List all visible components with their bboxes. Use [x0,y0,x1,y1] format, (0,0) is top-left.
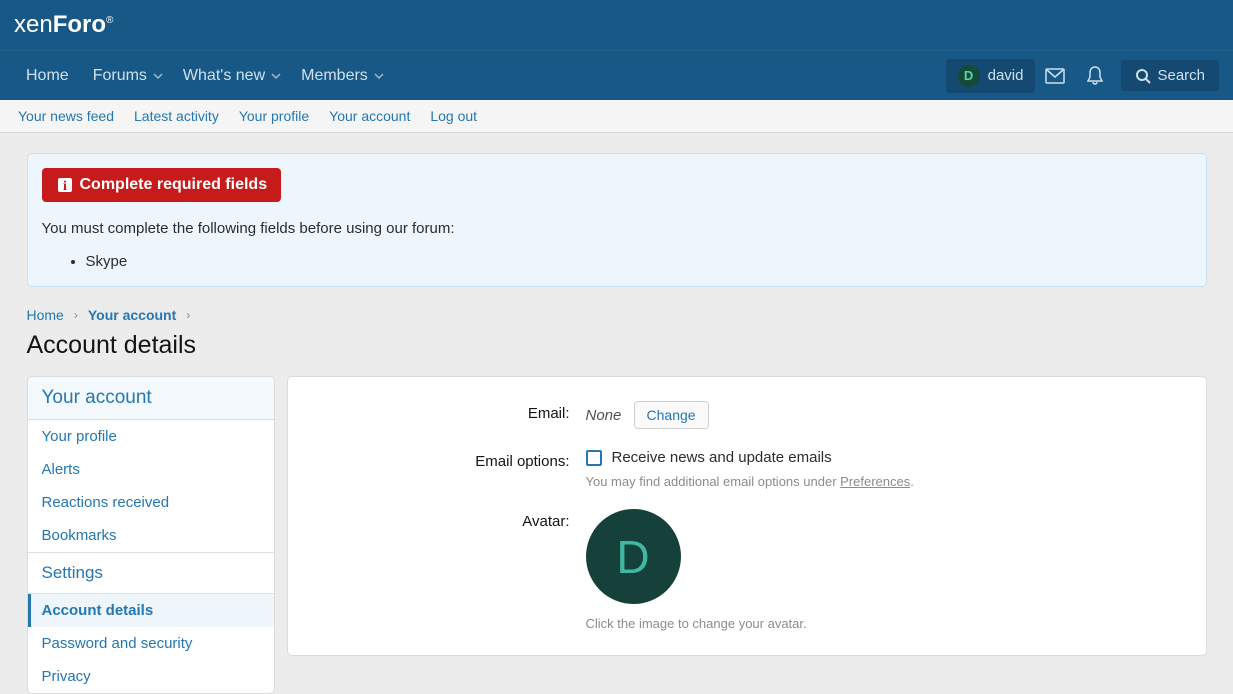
search-icon [1135,68,1151,84]
label-email: Email: [306,401,586,429]
header-logo-bar: xenForo® [0,0,1233,50]
subnav-your-profile[interactable]: Your profile [239,108,309,124]
value-avatar: D Click the image to change your avatar. [586,509,1188,631]
value-email: None Change [586,401,1188,429]
breadcrumb: Home › Your account › [27,307,1207,323]
label-avatar: Avatar: [306,509,586,631]
email-options-hint: You may find additional email options un… [586,474,1188,489]
envelope-icon [1045,68,1065,84]
alerts-button[interactable] [1075,58,1115,94]
subnav-latest-activity[interactable]: Latest activity [134,108,219,124]
subnav-log-out[interactable]: Log out [430,108,477,124]
sidebar-bookmarks[interactable]: Bookmarks [28,519,274,552]
logo-xen: xen [14,11,53,38]
avatar-image[interactable]: D [586,509,681,604]
chevron-down-icon [271,71,281,81]
nav-members-toggle[interactable] [374,51,392,101]
account-form: Email: None Change Email options: Receiv… [287,376,1207,656]
notice-field-list: Skype [42,251,1192,272]
nav-forums[interactable]: Forums [81,51,159,101]
nav-whats-new[interactable]: What's new [171,51,277,101]
chevron-right-icon: › [186,308,190,322]
notice-message: You must complete the following fields b… [42,220,1192,237]
avatar-small: D [958,65,980,87]
logo-foro: Foro [53,11,106,38]
notice-badge: i Complete required fields [42,168,282,202]
main-nav: Home Forums What's new Members D david S… [0,50,1233,100]
notice-field-item: Skype [86,251,1192,272]
logo[interactable]: xenForo® [14,11,113,39]
info-icon: i [56,176,74,194]
nav-home[interactable]: Home [14,51,81,101]
row-email-options: Email options: Receive news and update e… [306,439,1188,499]
sidebar-your-profile[interactable]: Your profile [28,420,274,453]
nav-left: Home Forums What's new Members [14,51,392,101]
sidebar-heading-settings[interactable]: Settings [28,552,274,594]
row-email: Email: None Change [306,391,1188,439]
nav-forums-toggle[interactable] [153,51,171,101]
username: david [988,67,1024,84]
receive-emails-checkbox[interactable] [586,450,602,466]
nav-members[interactable]: Members [289,51,380,101]
inbox-button[interactable] [1035,58,1075,94]
label-email-options: Email options: [306,449,586,489]
breadcrumb-current[interactable]: Your account [88,307,176,323]
change-email-button[interactable]: Change [634,401,709,429]
checkbox-label: Receive news and update emails [612,449,832,466]
breadcrumb-home[interactable]: Home [27,307,64,323]
sidebar-account-details[interactable]: Account details [28,594,274,627]
search-button[interactable]: Search [1121,60,1219,91]
logo-trademark: ® [106,15,113,26]
sidebar-alerts[interactable]: Alerts [28,453,274,486]
notice-badge-text: Complete required fields [80,176,268,194]
sidebar-privacy[interactable]: Privacy [28,660,274,693]
page-title: Account details [27,331,1207,360]
sidebar-password-security[interactable]: Password and security [28,627,274,660]
subnav-news-feed[interactable]: Your news feed [18,108,114,124]
sub-nav: Your news feed Latest activity Your prof… [0,100,1233,133]
row-avatar: Avatar: D Click the image to change your… [306,499,1188,641]
nav-whats-new-toggle[interactable] [271,51,289,101]
preferences-link[interactable]: Preferences [840,474,910,489]
account-sidebar: Your account Your profile Alerts Reactio… [27,376,275,694]
required-fields-notice: i Complete required fields You must comp… [27,153,1207,287]
search-label: Search [1157,67,1205,84]
checkbox-row: Receive news and update emails [586,449,1188,466]
email-value: None [586,407,622,424]
nav-right: D david Search [946,58,1219,94]
value-email-options: Receive news and update emails You may f… [586,449,1188,489]
avatar-hint: Click the image to change your avatar. [586,616,1188,631]
bell-icon [1086,66,1104,86]
content-layout: Your account Your profile Alerts Reactio… [27,376,1207,694]
user-menu[interactable]: D david [946,59,1036,93]
chevron-down-icon [374,71,384,81]
chevron-right-icon: › [74,308,78,322]
subnav-your-account[interactable]: Your account [329,108,410,124]
svg-text:i: i [63,179,67,194]
sidebar-heading-account[interactable]: Your account [28,377,274,420]
chevron-down-icon [153,71,163,81]
sidebar-reactions[interactable]: Reactions received [28,486,274,519]
